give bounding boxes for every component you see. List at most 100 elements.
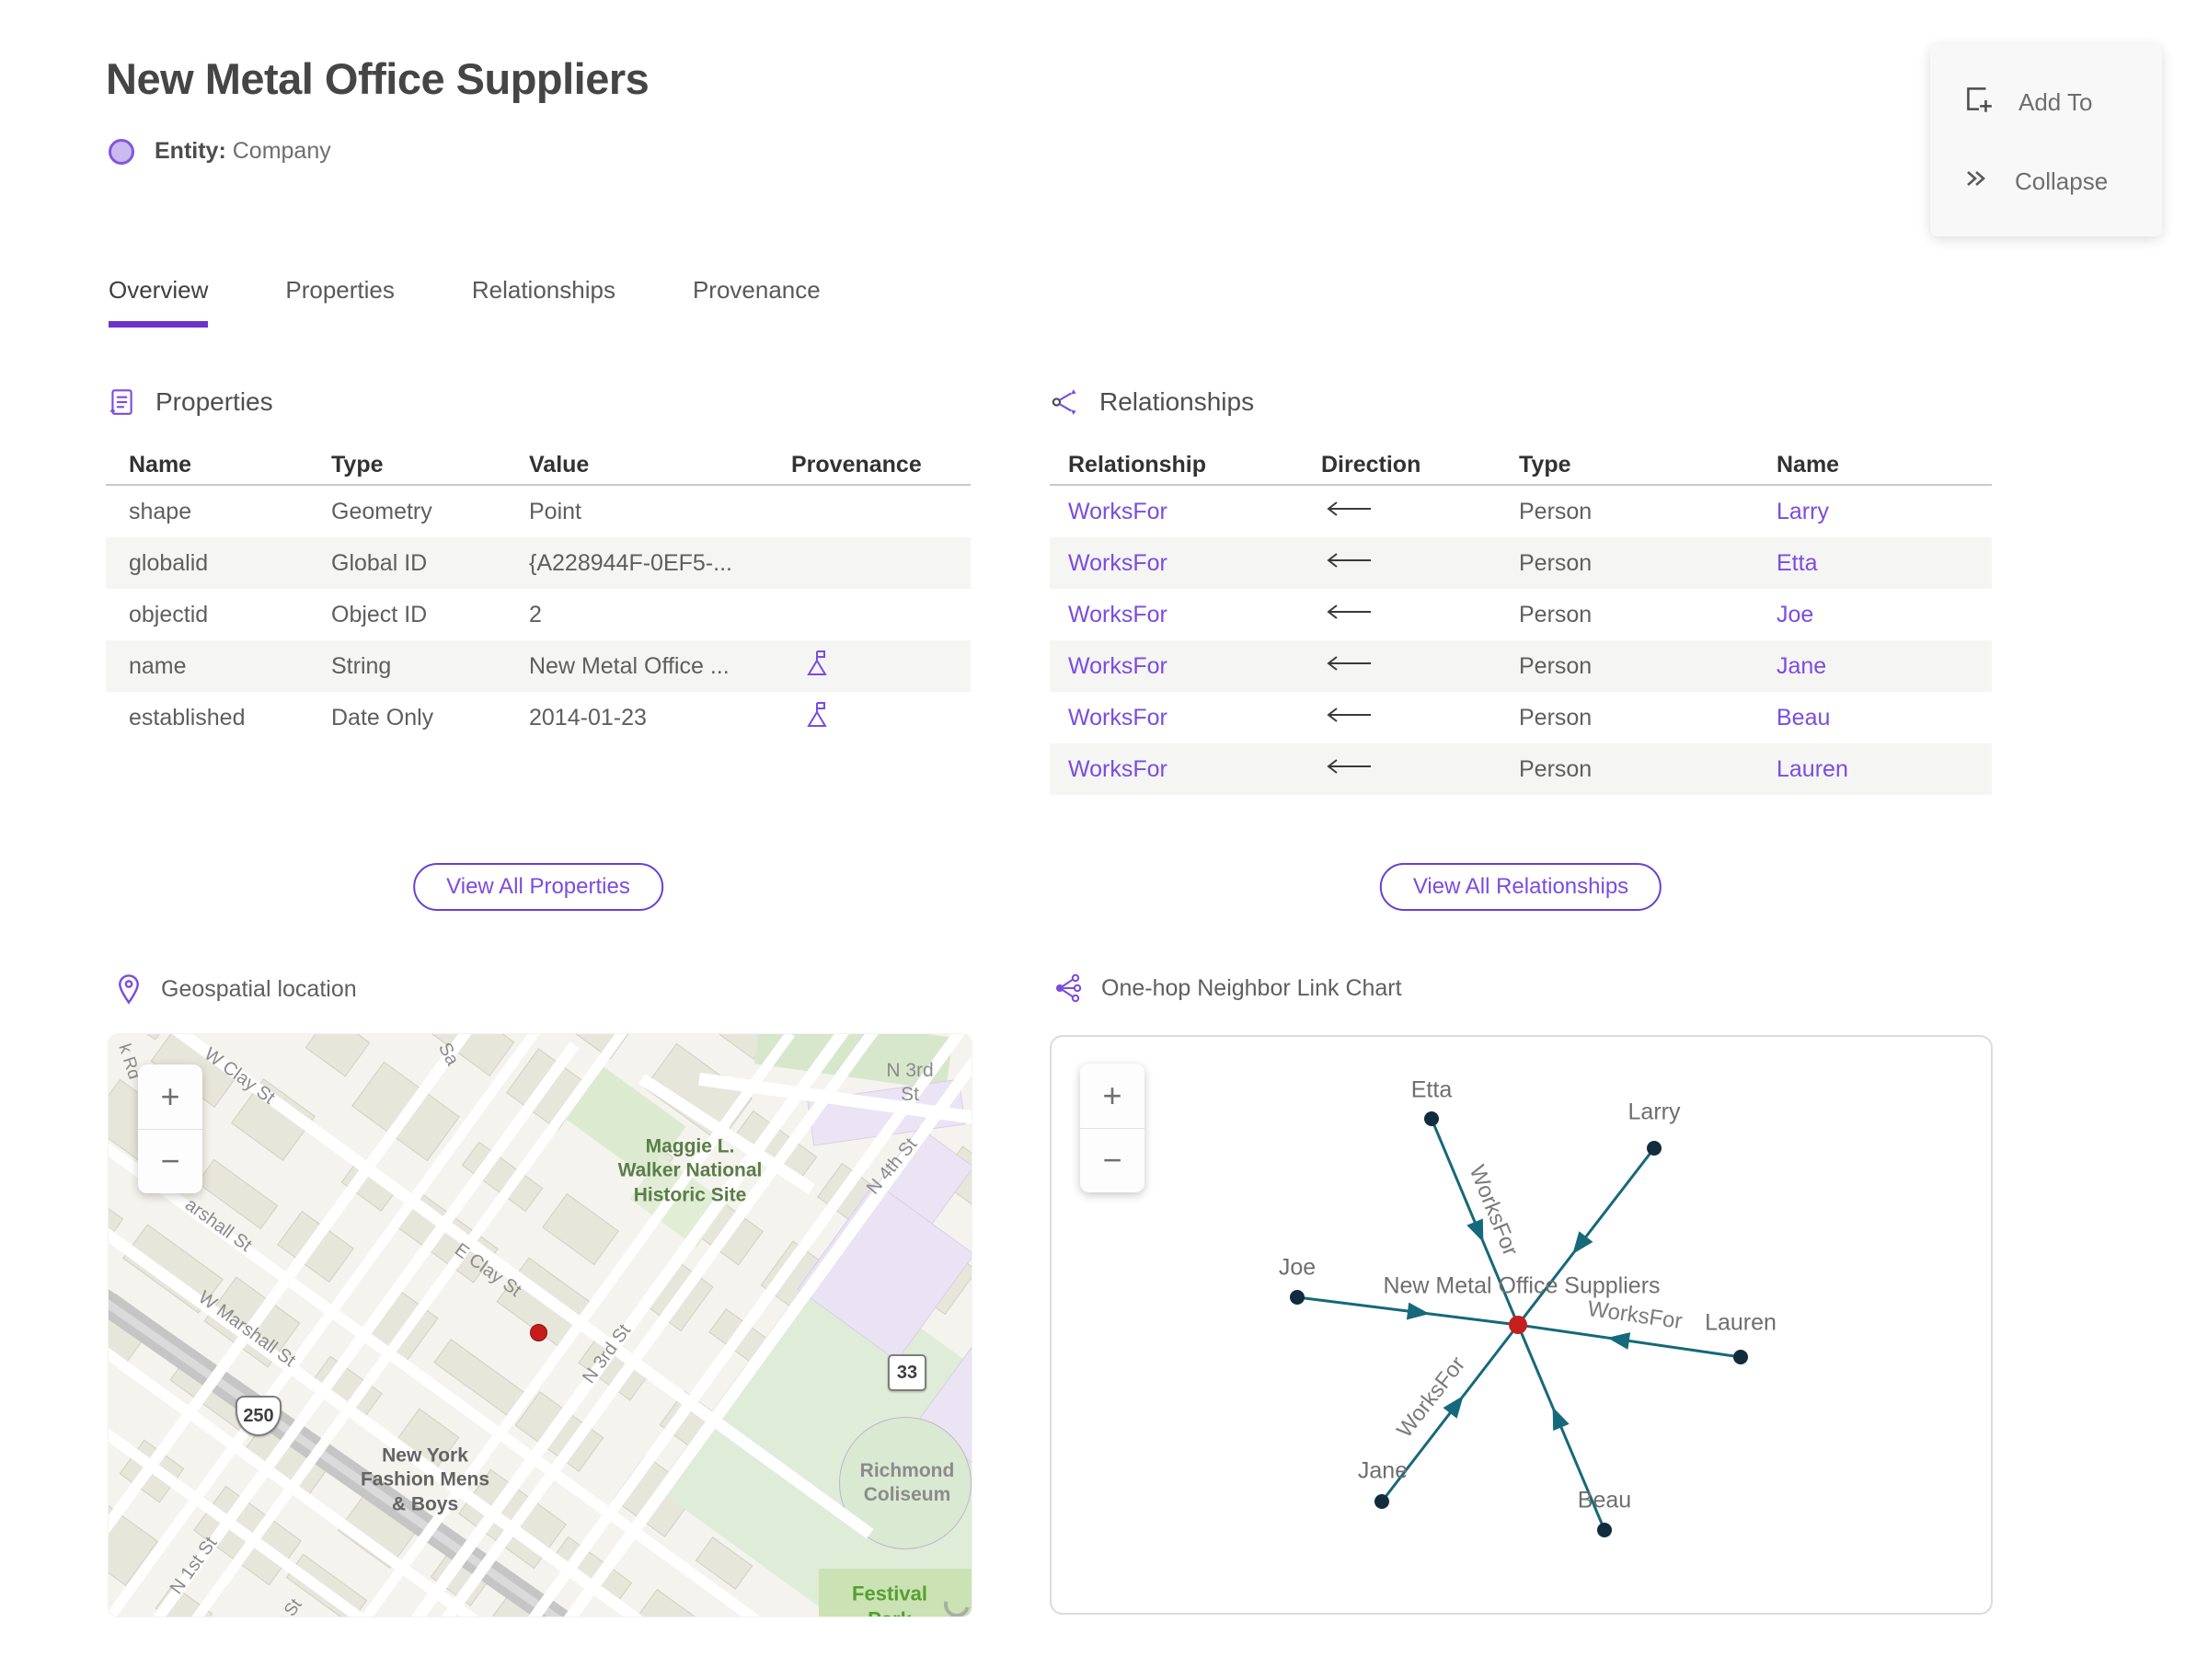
table-row: established Date Only 2014-01-23 xyxy=(106,692,971,743)
table-row: WorksFor Person Larry xyxy=(1050,486,1992,537)
tab-bar: Overview Properties Relationships Provenanc… xyxy=(109,276,821,328)
map-label: Festival Park xyxy=(852,1582,927,1617)
column-header: Provenance xyxy=(791,451,922,478)
prop-type: String xyxy=(331,652,392,679)
tab-properties[interactable]: Properties xyxy=(285,276,395,328)
chart-center-label: New Metal Office Suppliers xyxy=(1383,1272,1661,1299)
prop-provenance xyxy=(791,649,971,685)
chart-node-label: Etta xyxy=(1410,1076,1453,1103)
properties-section-header: Properties xyxy=(106,386,971,418)
map-label: N 3rd St xyxy=(886,1059,934,1105)
chart-node-label: Beau xyxy=(1577,1487,1632,1513)
related-entity-name-link[interactable]: Larry xyxy=(1777,499,1992,525)
provenance-flag-icon[interactable] xyxy=(802,649,830,685)
column-header: Relationship xyxy=(1068,451,1207,478)
direction-left-arrow-icon xyxy=(1321,756,1519,783)
table-row: WorksFor Person Joe xyxy=(1050,589,1992,640)
view-all-properties-button[interactable]: View All Properties xyxy=(413,863,663,911)
relationships-section-header: Relationships xyxy=(1050,386,1992,418)
relationships-icon xyxy=(1052,389,1076,415)
table-row: WorksFor Person Jane xyxy=(1050,640,1992,692)
edge-arrowhead xyxy=(1607,1332,1631,1350)
view-all-relationships-button[interactable]: View All Relationships xyxy=(1379,863,1662,911)
relationship-link[interactable]: WorksFor xyxy=(1068,602,1321,628)
relationship-link[interactable]: WorksFor xyxy=(1068,705,1321,731)
relationship-link[interactable]: WorksFor xyxy=(1068,499,1321,525)
relationship-link[interactable]: WorksFor xyxy=(1068,550,1321,577)
chart-node-larry[interactable] xyxy=(1647,1141,1662,1156)
prop-provenance xyxy=(791,700,971,736)
chart-node-joe[interactable] xyxy=(1290,1290,1305,1305)
map-zoom-control: + − xyxy=(138,1064,202,1193)
zoom-in-button[interactable]: + xyxy=(1080,1064,1144,1129)
map-label: Maggie L. Walker National Historic Site xyxy=(617,1135,763,1206)
related-entity-name-link[interactable]: Etta xyxy=(1777,550,1992,577)
entity-detail-page: New Metal Office Suppliers Entity: Compa… xyxy=(0,0,2208,1680)
direction-left-arrow-icon xyxy=(1321,653,1519,680)
relationship-link[interactable]: WorksFor xyxy=(1068,653,1321,680)
properties-icon xyxy=(109,389,132,415)
edge-arrowhead xyxy=(1552,1407,1570,1432)
relationship-link[interactable]: WorksFor xyxy=(1068,756,1321,783)
table-row: WorksFor Person Lauren xyxy=(1050,743,1992,795)
relationships-section: Relationships Relationship Direction Type N… xyxy=(1050,386,1992,938)
chart-node-etta[interactable] xyxy=(1424,1111,1439,1126)
tab-overview[interactable]: Overview xyxy=(109,276,209,328)
prop-type: Geometry xyxy=(331,498,432,524)
map-building xyxy=(434,1338,527,1420)
chart-node-label: Jane xyxy=(1357,1457,1409,1484)
related-entity-type: Person xyxy=(1519,704,1593,731)
related-entity-name-link[interactable]: Beau xyxy=(1777,705,1992,731)
prop-value: 2 xyxy=(529,601,542,627)
table-row: objectid Object ID 2 xyxy=(106,589,971,640)
column-header: Name xyxy=(129,451,192,478)
chart-node-lauren[interactable] xyxy=(1733,1350,1748,1364)
zoom-out-button[interactable]: − xyxy=(1080,1129,1144,1193)
entity-type-dot-icon xyxy=(109,138,134,165)
prop-value: 2014-01-23 xyxy=(529,704,647,731)
edge-arrowhead xyxy=(1406,1302,1430,1320)
provenance-flag-icon[interactable] xyxy=(802,700,830,736)
chart-node-jane[interactable] xyxy=(1374,1494,1389,1509)
actions-card: Add To Collapse xyxy=(1930,44,2162,236)
action-label: Add To xyxy=(2018,87,2093,116)
entity-label: Entity: xyxy=(155,138,226,164)
prop-type: Object ID xyxy=(331,601,428,627)
action-label: Collapse xyxy=(2015,167,2109,196)
related-entity-name-link[interactable]: Joe xyxy=(1777,602,1992,628)
add-to-icon xyxy=(1961,83,1995,122)
geospatial-section-header: Geospatial location xyxy=(115,973,357,1005)
related-entity-type: Person xyxy=(1519,652,1593,679)
table-row: name String New Metal Office ... xyxy=(106,640,971,692)
map-building xyxy=(305,1034,371,1077)
zoom-out-button[interactable]: − xyxy=(138,1130,202,1194)
column-header: Type xyxy=(1519,451,1571,478)
related-entity-name-link[interactable]: Jane xyxy=(1777,653,1992,680)
tab-relationships[interactable]: Relationships xyxy=(472,276,615,328)
table-row: WorksFor Person Beau xyxy=(1050,692,1992,743)
relationships-table-header: Relationship Direction Type Name xyxy=(1050,445,1992,486)
map-pin-icon xyxy=(119,974,139,1005)
related-entity-type: Person xyxy=(1519,755,1593,782)
properties-table-header: Name Type Value Provenance xyxy=(106,445,971,486)
tab-provenance[interactable]: Provenance xyxy=(693,276,821,328)
edge-arrowhead xyxy=(1466,1218,1484,1243)
action-item-collapse[interactable]: Collapse xyxy=(1930,166,2162,198)
prop-name: shape xyxy=(129,498,192,524)
edge-worksfor[interactable] xyxy=(1296,1295,1519,1327)
zoom-in-button[interactable]: + xyxy=(138,1064,202,1130)
page-title: New Metal Office Suppliers xyxy=(106,54,650,103)
map-label: t St xyxy=(274,1595,306,1617)
chart-node-center[interactable] xyxy=(1509,1316,1527,1334)
related-entity-name-link[interactable]: Lauren xyxy=(1777,756,1992,783)
prop-name: name xyxy=(129,652,187,679)
entity-location-marker[interactable] xyxy=(530,1324,547,1341)
chart-node-label: Lauren xyxy=(1705,1309,1777,1336)
chart-node-label: Joe xyxy=(1278,1254,1317,1281)
entity-type: Company xyxy=(232,138,331,164)
action-item-add-to[interactable]: Add To xyxy=(1930,83,2162,122)
geospatial-map[interactable]: k Rd W Clay St Sa arshall St W Marshall St E … xyxy=(109,1034,972,1617)
chart-node-beau[interactable] xyxy=(1597,1523,1612,1537)
column-header: Value xyxy=(529,451,590,478)
link-chart-canvas[interactable]: Etta Larry Joe Lauren Jane Beau New Metal Offi… xyxy=(1050,1035,1993,1615)
